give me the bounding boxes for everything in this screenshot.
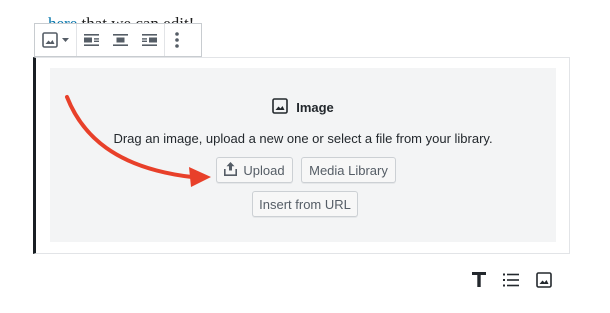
more-options-icon (175, 32, 179, 48)
more-options-button[interactable] (175, 24, 179, 56)
image-block[interactable]: Image Drag an image, upload a new one or… (33, 57, 570, 254)
placeholder-title: Image (50, 98, 556, 117)
insert-list-button[interactable] (499, 270, 523, 294)
text-icon (472, 272, 486, 292)
insert-from-url-button[interactable]: Insert from URL (252, 191, 358, 217)
image-placeholder[interactable]: Image Drag an image, upload a new one or… (50, 68, 556, 242)
image-icon (42, 32, 58, 48)
block-toolbar (34, 23, 202, 57)
upload-button[interactable]: Upload (216, 157, 293, 183)
align-left-button[interactable] (83, 24, 100, 56)
image-icon (272, 98, 289, 117)
insert-image-button[interactable] (532, 270, 556, 294)
align-center-button[interactable] (112, 24, 129, 56)
align-right-button[interactable] (141, 24, 158, 56)
align-right-icon (142, 34, 157, 46)
insert-from-url-label: Insert from URL (259, 196, 351, 212)
placeholder-instructions: Drag an image, upload a new one or selec… (113, 131, 493, 146)
placeholder-title-label: Image (296, 100, 334, 115)
media-library-button[interactable]: Media Library (301, 157, 396, 183)
block-type-group (35, 24, 76, 56)
upload-icon (224, 161, 238, 179)
alignment-group (76, 24, 164, 56)
upload-label: Upload (243, 162, 285, 178)
media-library-label: Media Library (309, 162, 388, 178)
block-type-switcher[interactable] (42, 24, 69, 56)
chevron-down-icon (62, 37, 69, 43)
align-center-icon (113, 34, 128, 46)
list-icon (503, 273, 519, 292)
insert-paragraph-button[interactable] (467, 270, 491, 294)
align-left-icon (84, 34, 99, 46)
more-group (164, 24, 189, 56)
image-icon (536, 271, 552, 293)
